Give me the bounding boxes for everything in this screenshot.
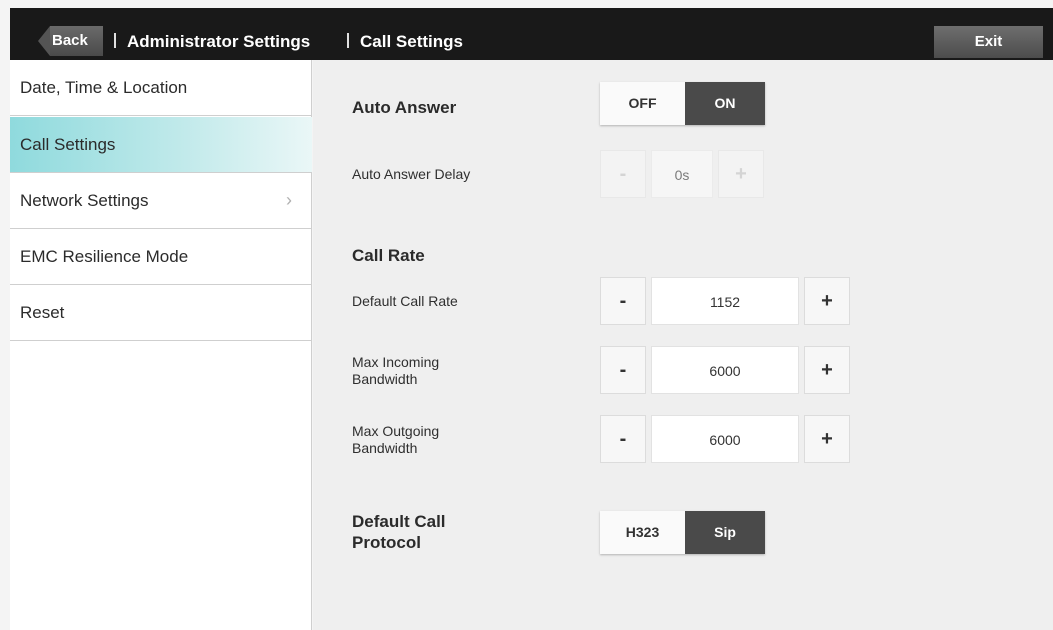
- top-bar: Back Administrator Settings Call Setting…: [10, 8, 1053, 60]
- exit-button[interactable]: Exit: [934, 26, 1043, 58]
- protocol-h323-option[interactable]: H323: [600, 511, 685, 554]
- protocol-sip-option[interactable]: Sip: [685, 511, 765, 554]
- auto-answer-delay-decrement-button: -: [600, 150, 646, 198]
- auto-answer-off-option[interactable]: OFF: [600, 82, 685, 125]
- auto-answer-delay-label: Auto Answer Delay: [352, 166, 471, 182]
- sidebar-item-network-settings[interactable]: Network Settings ›: [10, 173, 312, 229]
- chevron-right-icon: ›: [286, 190, 292, 210]
- max-outgoing-increment-button[interactable]: +: [804, 415, 850, 463]
- default-call-rate-decrement-button[interactable]: -: [600, 277, 646, 325]
- sidebar-item-label: Reset: [20, 303, 65, 322]
- breadcrumb-call-settings: Call Settings: [360, 32, 463, 51]
- call-rate-heading: Call Rate: [352, 246, 425, 265]
- default-call-rate-label: Default Call Rate: [352, 293, 458, 309]
- call-protocol-toggle: H323 Sip: [600, 511, 765, 554]
- auto-answer-delay-increment-button: +: [718, 150, 764, 198]
- sidebar-item-label: EMC Resilience Mode: [20, 247, 189, 266]
- auto-answer-on-option[interactable]: ON: [685, 82, 765, 125]
- default-call-rate-increment-button[interactable]: +: [804, 277, 850, 325]
- sidebar-item-call-settings[interactable]: Call Settings: [10, 117, 312, 173]
- auto-answer-label: Auto Answer: [352, 98, 457, 117]
- max-outgoing-decrement-button[interactable]: -: [600, 415, 646, 463]
- default-call-protocol-label: Default Call Protocol: [352, 511, 446, 553]
- back-button[interactable]: Back: [38, 26, 103, 56]
- max-incoming-bandwidth-label: Max Incoming Bandwidth: [352, 354, 439, 388]
- auto-answer-delay-value: 0s: [651, 150, 713, 198]
- max-incoming-increment-button[interactable]: +: [804, 346, 850, 394]
- sidebar-item-date-time-location[interactable]: Date, Time & Location: [10, 60, 312, 116]
- sidebar-item-label: Date, Time & Location: [20, 78, 188, 97]
- sidebar-item-reset[interactable]: Reset: [10, 285, 312, 341]
- max-incoming-value[interactable]: 6000: [651, 346, 799, 394]
- label-line: Bandwidth: [352, 371, 418, 387]
- label-line: Protocol: [352, 533, 421, 552]
- back-button-label: Back: [50, 26, 103, 56]
- breadcrumb-administrator-settings[interactable]: Administrator Settings: [127, 32, 310, 52]
- breadcrumb-separator: [347, 33, 349, 48]
- default-call-rate-value[interactable]: 1152: [651, 277, 799, 325]
- back-arrow-icon: [38, 26, 50, 56]
- settings-panel: Auto Answer OFF ON Auto Answer Delay - 0…: [313, 60, 1053, 630]
- max-outgoing-value[interactable]: 6000: [651, 415, 799, 463]
- label-line: Bandwidth: [352, 440, 418, 456]
- auto-answer-toggle: OFF ON: [600, 82, 765, 125]
- sidebar-item-emc-resilience-mode[interactable]: EMC Resilience Mode: [10, 229, 312, 285]
- label-line: Default Call: [352, 512, 446, 531]
- label-line: Max Outgoing: [352, 423, 440, 439]
- sidebar: Date, Time & Location Call Settings Netw…: [10, 60, 312, 630]
- sidebar-item-label: Call Settings: [20, 135, 116, 154]
- sidebar-item-label: Network Settings: [20, 191, 149, 210]
- breadcrumb-separator: [114, 33, 116, 48]
- max-outgoing-bandwidth-label: Max Outgoing Bandwidth: [352, 423, 439, 457]
- max-incoming-decrement-button[interactable]: -: [600, 346, 646, 394]
- label-line: Max Incoming: [352, 354, 440, 370]
